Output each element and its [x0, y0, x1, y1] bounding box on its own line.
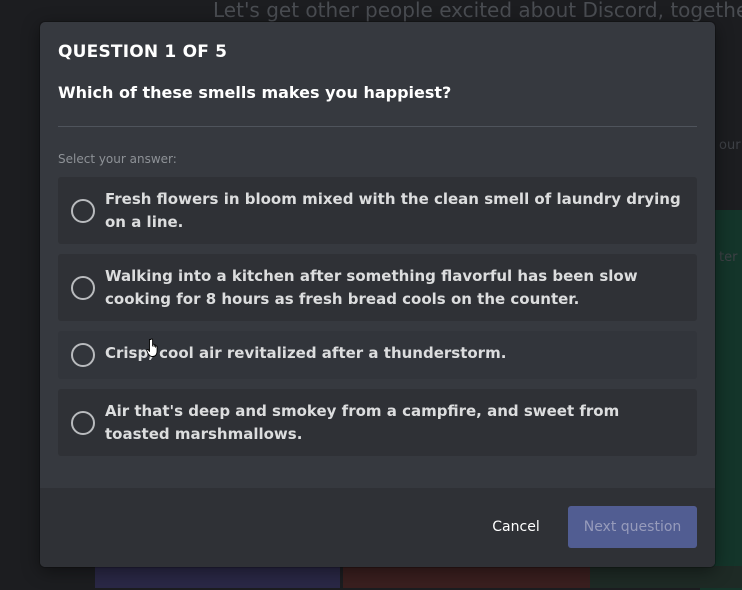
- quiz-modal: QUESTION 1 OF 5 Which of these smells ma…: [40, 22, 715, 567]
- radio-unchecked-icon[interactable]: [71, 410, 95, 435]
- radio-unchecked-icon[interactable]: [71, 198, 95, 223]
- background-side-text: ter: [719, 250, 738, 265]
- answer-option-2[interactable]: Walking into a kitchen after something f…: [58, 254, 697, 321]
- answer-label: Fresh flowers in bloom mixed with the cl…: [105, 190, 681, 231]
- background-headline: Let's get other people excited about Dis…: [213, 0, 742, 22]
- cancel-button[interactable]: Cancel: [476, 506, 556, 548]
- background-side-text: our: [719, 138, 741, 153]
- select-answer-label: Select your answer:: [58, 152, 177, 166]
- hand-pointer-icon: [146, 338, 158, 357]
- background-card: [343, 566, 590, 588]
- next-question-button[interactable]: Next question: [568, 506, 697, 548]
- radio-unchecked-icon[interactable]: [71, 275, 95, 300]
- radio-unchecked-icon[interactable]: [71, 343, 95, 367]
- question-text: Which of these smells makes you happiest…: [58, 83, 452, 102]
- answer-label: Crisp, cool air revitalized after a thun…: [105, 344, 507, 362]
- background-card: [590, 566, 742, 588]
- question-counter: QUESTION 1 OF 5: [58, 42, 228, 62]
- modal-footer: Cancel Next question: [40, 488, 715, 567]
- answer-list: Fresh flowers in bloom mixed with the cl…: [58, 177, 697, 466]
- divider: [58, 126, 697, 127]
- background-card: [95, 566, 340, 588]
- answer-option-1[interactable]: Fresh flowers in bloom mixed with the cl…: [58, 177, 697, 244]
- answer-label: Air that's deep and smokey from a campfi…: [105, 402, 620, 443]
- answer-option-4[interactable]: Air that's deep and smokey from a campfi…: [58, 389, 697, 456]
- answer-label: Walking into a kitchen after something f…: [105, 267, 638, 308]
